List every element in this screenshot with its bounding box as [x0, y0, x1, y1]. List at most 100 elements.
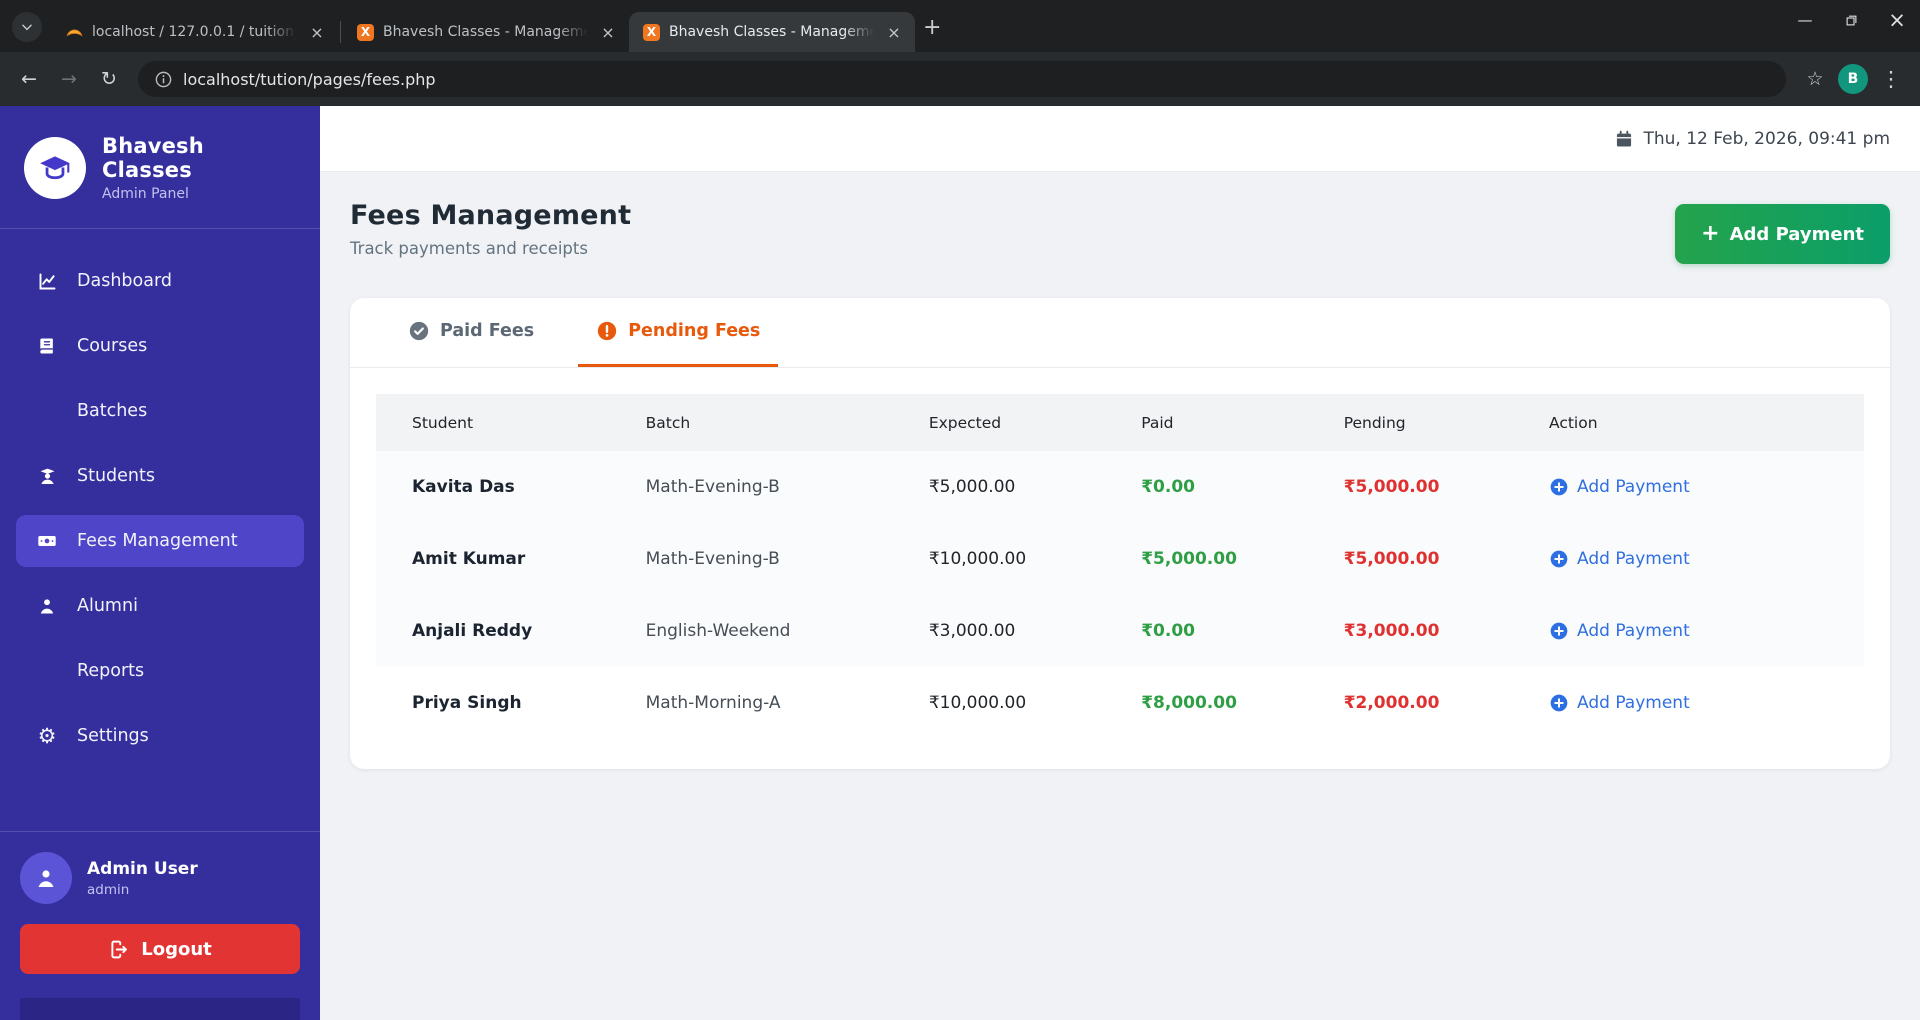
add-payment-button[interactable]: + Add Payment [1675, 204, 1890, 264]
tab-label: Paid Fees [440, 321, 535, 341]
sidebar-item-students[interactable]: Students [16, 450, 304, 502]
col-header-student: Student [412, 413, 474, 432]
cell-student: Amit Kumar [412, 549, 526, 569]
add-payment-label: Add Payment [1729, 223, 1864, 245]
cell-batch: English-Weekend [645, 621, 791, 641]
cell-student: Anjali Reddy [412, 621, 533, 641]
sidebar-footer: Admin User admin Logout [0, 831, 320, 1020]
sidebar-bottom-strip [20, 998, 300, 1020]
col-header-expected: Expected [928, 413, 1002, 432]
add-payment-link[interactable]: Add Payment [1549, 621, 1828, 641]
cell-expected: ₹3,000.00 [928, 621, 1016, 641]
browser-tab-bhavesh-active[interactable]: X Bhavesh Classes - Management × [629, 12, 915, 52]
plus-circle-icon [1550, 550, 1568, 568]
restore-icon [1846, 15, 1856, 25]
user-role: admin [87, 881, 130, 898]
minimize-button[interactable]: — [1782, 0, 1828, 40]
sidebar-item-fees-management[interactable]: Fees Management [16, 515, 304, 567]
table-row: Amit Kumar Math-Evening-B ₹10,000.00 ₹5,… [376, 523, 1864, 595]
url-text: localhost/tution/pages/fees.php [183, 69, 436, 89]
browser-menu-button[interactable]: ⋮ [1874, 62, 1908, 96]
tab-divider [340, 21, 341, 43]
tab-pending-fees[interactable]: Pending Fees [578, 298, 779, 367]
add-payment-link-label: Add Payment [1577, 549, 1690, 569]
window-controls: — × [1782, 0, 1920, 40]
close-icon[interactable]: × [306, 21, 328, 43]
cell-expected: ₹10,000.00 [928, 693, 1027, 713]
new-tab-button[interactable]: + [923, 15, 941, 40]
page-title: Fees Management [350, 200, 632, 231]
sidebar-item-label: Alumni [77, 596, 138, 616]
browser-tab-strip: localhost / 127.0.0.1 / tuition_db × X B… [0, 0, 1920, 52]
table-row: Anjali Reddy English-Weekend ₹3,000.00 ₹… [376, 595, 1864, 667]
logout-button[interactable]: Logout [20, 924, 300, 974]
browser-tab-phpmyadmin[interactable]: localhost / 127.0.0.1 / tuition_db × [52, 12, 338, 52]
browser-tab-bhavesh-1[interactable]: X Bhavesh Classes - Management × [343, 12, 629, 52]
sidebar-item-label: Batches [77, 401, 148, 421]
sidebar-item-settings[interactable]: ⚙ Settings [16, 710, 304, 762]
add-payment-link[interactable]: Add Payment [1549, 477, 1828, 497]
cell-batch: Math-Evening-B [645, 549, 780, 569]
brand-title: Bhavesh Classes [102, 134, 204, 182]
restore-button[interactable] [1828, 0, 1874, 40]
plus-circle-icon [1550, 694, 1568, 712]
brand-subtitle: Admin Panel [102, 186, 189, 202]
tab-label: Pending Fees [628, 321, 761, 341]
phpmyadmin-icon [66, 24, 83, 41]
sidebar-item-reports[interactable]: Reports [16, 645, 304, 697]
pending-fees-table: Student Batch Expected Paid Pending Acti… [376, 394, 1864, 739]
calendar-icon [1616, 130, 1631, 146]
tab-search-button[interactable] [12, 12, 42, 42]
xampp-icon: X [357, 23, 374, 41]
col-header-batch: Batch [645, 413, 691, 432]
current-datetime: Thu, 12 Feb, 2026, 09:41 pm [1643, 128, 1891, 149]
xampp-icon: X [643, 23, 660, 41]
table-row: Priya Singh Math-Morning-A ₹10,000.00 ₹8… [376, 667, 1864, 739]
reload-button[interactable]: ↻ [92, 62, 126, 96]
sidebar-item-label: Settings [77, 726, 149, 746]
forward-button[interactable]: → [52, 62, 86, 96]
close-window-button[interactable]: × [1874, 0, 1920, 40]
cell-pending: ₹2,000.00 [1343, 693, 1440, 713]
address-bar[interactable]: localhost/tution/pages/fees.php [138, 61, 1786, 97]
col-header-paid: Paid [1141, 413, 1174, 432]
table-row: Kavita Das Math-Evening-B ₹5,000.00 ₹0.0… [376, 451, 1864, 523]
browser-toolbar: ← → ↻ localhost/tution/pages/fees.php ☆ … [0, 52, 1920, 106]
cell-expected: ₹5,000.00 [928, 477, 1016, 497]
add-payment-link[interactable]: Add Payment [1549, 693, 1828, 713]
col-header-pending: Pending [1343, 413, 1406, 432]
cell-student: Kavita Das [412, 477, 515, 497]
cell-batch: Math-Morning-A [645, 693, 781, 713]
sidebar-item-alumni[interactable]: Alumni [16, 580, 304, 632]
back-button[interactable]: ← [12, 62, 46, 96]
cell-pending: ₹3,000.00 [1343, 621, 1440, 641]
sidebar-item-courses[interactable]: Courses [16, 320, 304, 372]
logout-label: Logout [141, 938, 212, 960]
book-icon [34, 336, 60, 356]
close-icon[interactable]: × [597, 21, 619, 43]
close-icon[interactable]: × [883, 21, 905, 43]
plus-circle-icon [1550, 478, 1568, 496]
sidebar-item-label: Fees Management [77, 531, 238, 551]
col-header-action: Action [1549, 413, 1598, 432]
sidebar-item-batches[interactable]: Batches [16, 385, 304, 437]
add-payment-link-label: Add Payment [1577, 477, 1690, 497]
exclamation-circle-icon [598, 321, 617, 341]
site-info-icon[interactable] [154, 70, 173, 89]
money-icon [34, 530, 60, 552]
cell-student: Priya Singh [412, 693, 522, 713]
tab-paid-fees[interactable]: Paid Fees [390, 298, 552, 367]
person-icon [34, 596, 60, 616]
sidebar-item-label: Courses [77, 336, 148, 356]
topbar: Thu, 12 Feb, 2026, 09:41 pm [320, 106, 1920, 172]
plus-circle-icon [1550, 622, 1568, 640]
tab-title: Bhavesh Classes - Management [669, 24, 874, 40]
sidebar-item-label: Students [77, 466, 156, 486]
browser-profile-avatar[interactable]: B [1838, 64, 1868, 94]
sidebar-item-dashboard[interactable]: Dashboard [16, 255, 304, 307]
add-payment-link[interactable]: Add Payment [1549, 549, 1828, 569]
add-payment-link-label: Add Payment [1577, 621, 1690, 641]
fees-card: Paid Fees Pending Fees Student Batch Exp… [350, 298, 1890, 769]
bookmark-star-icon[interactable]: ☆ [1798, 62, 1832, 96]
cell-paid: ₹5,000.00 [1141, 549, 1237, 569]
